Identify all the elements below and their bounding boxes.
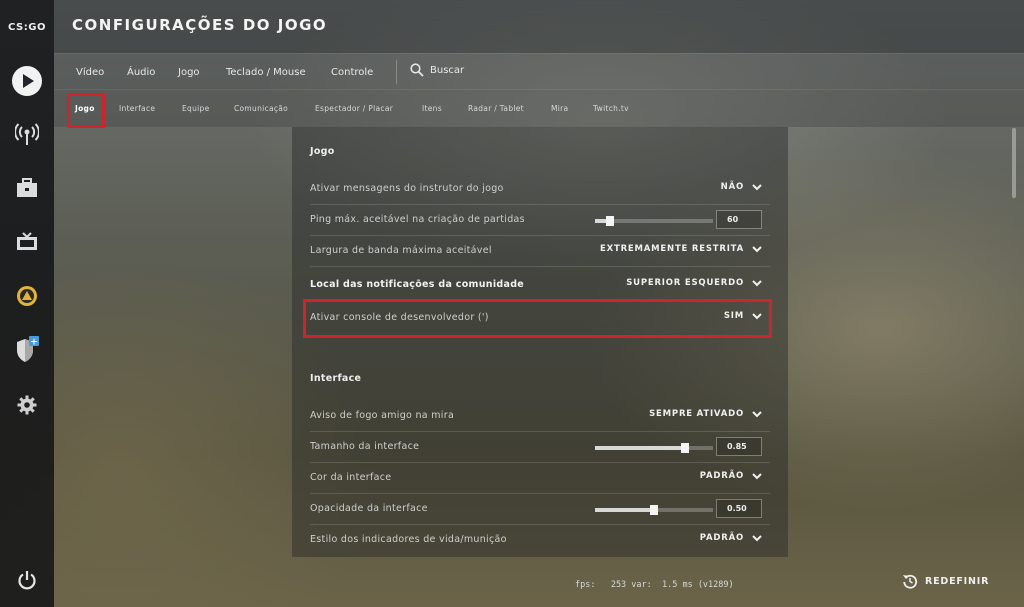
setting-row: Estilo dos indicadores de vida/munição P… [310, 525, 770, 556]
nav-audio[interactable]: Áudio [127, 67, 155, 78]
tab-crosshair[interactable]: Mira [551, 104, 568, 113]
nav-game[interactable]: Jogo [178, 67, 200, 78]
search-icon [410, 63, 424, 77]
dropdown-value: PADRÃO [699, 471, 744, 481]
reset-icon [903, 574, 918, 589]
reset-label: REDEFINIR [925, 575, 990, 587]
fps-readout: fps: 253 var: 1.5 ms (v1289) [575, 580, 734, 590]
friendly-fire-warning-dropdown[interactable]: SEMPRE ATIVADO [649, 409, 762, 419]
sidebar: CS:GO + [0, 0, 54, 607]
setting-label: Estilo dos indicadores de vida/munição [310, 534, 507, 545]
setting-label: Ping máx. aceitável na criação de partid… [310, 214, 525, 225]
chevron-down-icon [752, 184, 762, 191]
dropdown-value: PADRÃO [699, 533, 744, 543]
chevron-down-icon [752, 535, 762, 542]
tab-twitch[interactable]: Twitch.tv [593, 104, 629, 113]
nav-controller[interactable]: Controle [331, 67, 373, 78]
settings-panel: Jogo Ativar mensagens do instrutor do jo… [292, 127, 788, 557]
interface-size-input[interactable]: 0.85 [716, 437, 762, 456]
search-label: Buscar [430, 64, 465, 76]
rank-icon[interactable] [11, 280, 43, 312]
secondary-nav: Jogo Interface Equipe Comunicação Espect… [54, 89, 1024, 128]
chevron-down-icon [752, 473, 762, 480]
nav-video[interactable]: Vídeo [76, 67, 104, 78]
setting-label: Ativar mensagens do instrutor do jogo [310, 183, 504, 194]
setting-row: Ping máx. aceitável na criação de partid… [310, 205, 770, 236]
tab-spectator[interactable]: Espectador / Placar [315, 104, 393, 113]
page-title: CONFIGURAÇÕES DO JOGO [72, 16, 328, 34]
tv-icon[interactable] [11, 226, 43, 258]
tab-communication[interactable]: Comunicação [234, 104, 288, 113]
csgo-logo: CS:GO [8, 22, 46, 33]
section-title-interface: Interface [310, 373, 362, 384]
setting-row: Opacidade da interface 0.50 [310, 494, 770, 525]
chevron-down-icon [752, 280, 762, 287]
interface-color-dropdown[interactable]: PADRÃO [700, 471, 762, 481]
interface-opacity-input[interactable]: 0.50 [716, 499, 762, 518]
health-ammo-style-dropdown[interactable]: PADRÃO [700, 533, 762, 543]
bandwidth-dropdown[interactable]: EXTREMAMENTE RESTRITA [600, 244, 762, 254]
nav-keyboard-mouse[interactable]: Teclado / Mouse [226, 67, 306, 78]
play-icon[interactable] [11, 65, 43, 97]
setting-row: Largura de banda máxima aceitável EXTREM… [310, 236, 770, 267]
reset-button[interactable]: REDEFINIR [902, 573, 989, 589]
interface-opacity-slider[interactable] [595, 505, 713, 515]
scrollbar[interactable] [1012, 128, 1016, 198]
tab-team[interactable]: Equipe [182, 104, 210, 113]
setting-row: Local das notificações da comunidade SUP… [310, 270, 770, 301]
notification-location-dropdown[interactable]: SUPERIOR ESQUERDO [626, 278, 762, 288]
dropdown-value: SUPERIOR ESQUERDO [626, 278, 744, 288]
chevron-down-icon [752, 246, 762, 253]
setting-label: Opacidade da interface [310, 503, 428, 514]
tab-items[interactable]: Itens [422, 104, 442, 113]
slider-handle[interactable] [650, 505, 658, 515]
setting-row: Tamanho da interface 0.85 [310, 432, 770, 463]
nav-divider [396, 60, 397, 84]
slider-handle[interactable] [606, 216, 615, 226]
shield-badge: + [30, 338, 38, 348]
power-icon[interactable] [11, 564, 43, 596]
setting-row: Cor da interface PADRÃO [310, 463, 770, 494]
setting-row: Aviso de fogo amigo na mira SEMPRE ATIVA… [310, 401, 770, 432]
gear-icon[interactable] [11, 389, 43, 421]
highlight-box-console-row [303, 299, 772, 338]
setting-label: Cor da interface [310, 472, 392, 483]
chevron-down-icon [752, 411, 762, 418]
dropdown-value: EXTREMAMENTE RESTRITA [600, 244, 744, 254]
setting-label: Largura de banda máxima aceitável [310, 245, 492, 256]
instructor-messages-dropdown[interactable]: NÃO [721, 182, 762, 192]
interface-size-slider[interactable] [595, 443, 713, 453]
ping-value-input[interactable]: 60 [716, 210, 762, 229]
header: CONFIGURAÇÕES DO JOGO [54, 0, 1024, 53]
tab-interface[interactable]: Interface [119, 104, 155, 113]
setting-label: Aviso de fogo amigo na mira [310, 410, 455, 421]
setting-row: Ativar mensagens do instrutor do jogo NÃ… [310, 174, 770, 205]
tab-radar[interactable]: Radar / Tablet [468, 104, 524, 113]
briefcase-icon[interactable] [11, 172, 43, 204]
shield-icon[interactable]: + [11, 334, 43, 366]
dropdown-value: NÃO [720, 182, 744, 192]
setting-label: Local das notificações da comunidade [310, 279, 525, 290]
antenna-icon[interactable] [11, 118, 43, 150]
search-button[interactable]: Buscar [410, 63, 464, 77]
primary-nav: Vídeo Áudio Jogo Teclado / Mouse Control… [54, 53, 1024, 89]
slider-handle[interactable] [680, 443, 689, 453]
section-title-game: Jogo [310, 146, 335, 157]
dropdown-value: SEMPRE ATIVADO [649, 409, 744, 419]
ping-slider[interactable] [595, 216, 713, 226]
setting-label: Tamanho da interface [310, 441, 420, 452]
tab-game[interactable]: Jogo [75, 104, 95, 113]
